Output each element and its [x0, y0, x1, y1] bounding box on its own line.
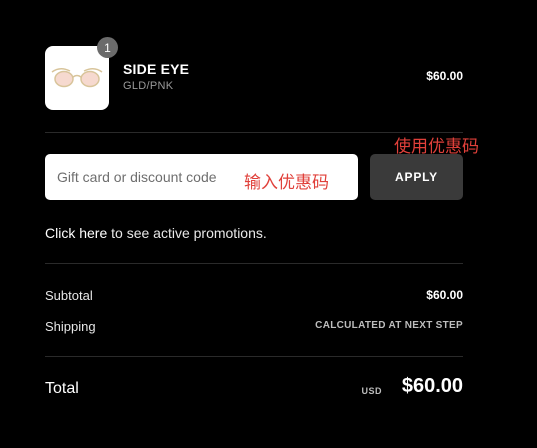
divider: [45, 356, 463, 357]
currency-code: USD: [361, 386, 382, 396]
product-price: $60.00: [426, 69, 463, 83]
annotation-input: 输入优惠码: [244, 173, 329, 193]
product-variant: GLD/PNK: [123, 80, 174, 92]
subtotal-value: $60.00: [426, 288, 463, 302]
total-label: Total: [45, 380, 79, 397]
shipping-label: Shipping: [45, 319, 96, 334]
shipping-value: CALCULATED AT NEXT STEP: [315, 320, 463, 331]
active-promotions-link[interactable]: Click here: [45, 225, 107, 241]
order-summary: 1 SIDE EYE GLD/PNK $60.00 APPLY 使用优惠码 输入…: [0, 0, 537, 448]
promotions-text: to see active promotions.: [107, 225, 267, 241]
total-value: $60.00: [401, 375, 463, 397]
apply-button[interactable]: APPLY: [370, 154, 463, 200]
subtotal-label: Subtotal: [45, 288, 93, 303]
promotions-line: Click here to see active promotions.: [45, 225, 267, 241]
divider: [45, 263, 463, 264]
product-thumbnail: [45, 46, 109, 110]
quantity-badge: 1: [97, 37, 118, 58]
annotation-apply: 使用优惠码: [394, 137, 479, 157]
sunglasses-icon: [51, 68, 103, 88]
product-name: SIDE EYE: [123, 61, 190, 77]
